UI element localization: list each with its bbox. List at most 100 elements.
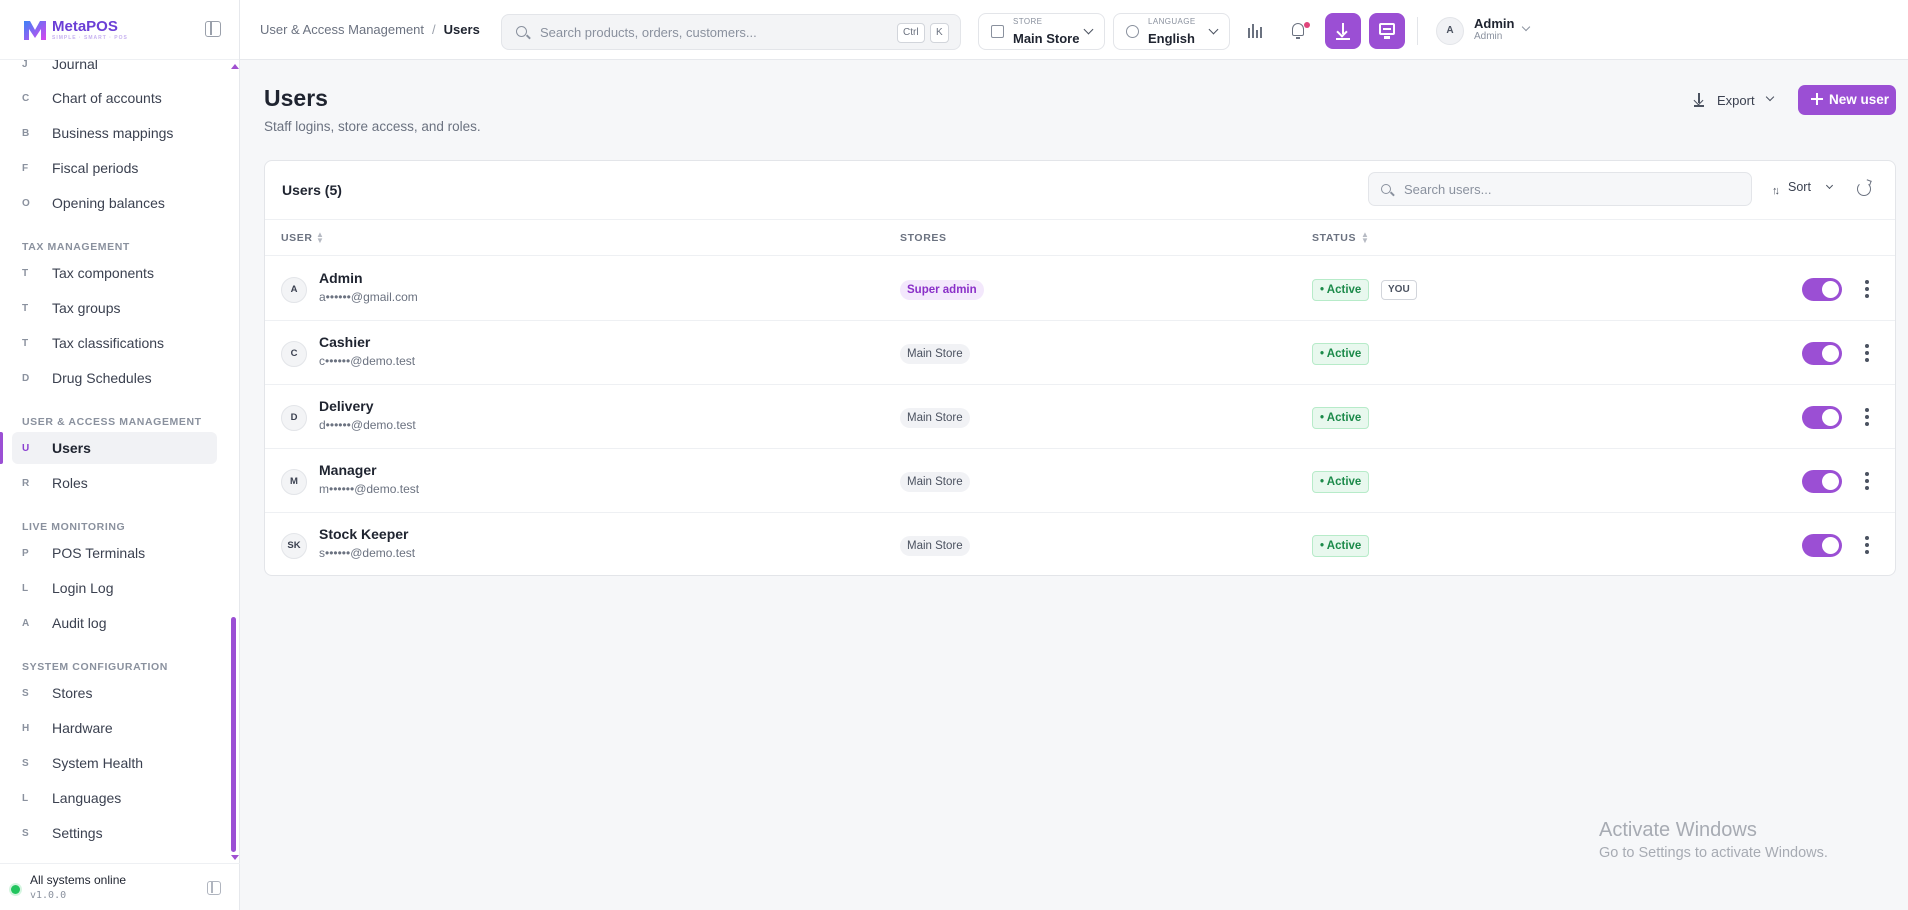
table-row[interactable]: A Admin a••••••@gmail.com Super admin • … [265, 257, 1895, 321]
table-row[interactable]: M Manager m••••••@demo.test Main Store •… [265, 449, 1895, 513]
sidebar-item-pos-terminals[interactable]: P POS Terminals [12, 537, 217, 569]
table-row[interactable]: SK Stock Keeper s••••••@demo.test Main S… [265, 513, 1895, 577]
user-enabled-toggle[interactable] [1802, 470, 1842, 493]
sidebar-item-tax-groups[interactable]: T Tax groups [12, 292, 217, 324]
collapse-sidebar-bottom-icon[interactable] [207, 881, 221, 895]
sidebar-item-tax-classifications[interactable]: T Tax classifications [12, 327, 217, 359]
section-title-tax-management: TAX MANAGEMENT [22, 241, 130, 253]
sort-indicator-icon[interactable]: ▲ ▼ [1361, 231, 1369, 245]
sidebar-item-users[interactable]: U Users [12, 432, 217, 464]
reports-button[interactable] [1236, 13, 1272, 49]
language-picker-title: LANGUAGE [1148, 17, 1196, 26]
user-enabled-toggle[interactable] [1802, 278, 1842, 301]
divider [1417, 17, 1418, 45]
user-enabled-toggle[interactable] [1802, 406, 1842, 429]
shortcut-key-k: K [930, 23, 949, 43]
breadcrumb-current: Users [443, 22, 480, 37]
sidebar-item-chart-of-accounts[interactable]: C Chart of accounts [12, 82, 217, 114]
sidebar-item-letter: O [22, 197, 30, 209]
app-version: v1.0.0 [30, 890, 67, 901]
user-avatar[interactable]: A [1436, 17, 1464, 45]
user-menu-chevron-icon[interactable] [1521, 22, 1531, 32]
topbar: User & Access Management / Users Search pr… [240, 0, 1908, 60]
download-button[interactable] [1325, 13, 1361, 49]
sidebar-item-tax-components[interactable]: T Tax components [12, 257, 217, 289]
sidebar-item-roles[interactable]: R Roles [12, 467, 217, 499]
sidebar-item-label: POS Terminals [52, 545, 146, 561]
sidebar-item-label: Hardware [52, 720, 113, 736]
sidebar-item-system-health[interactable]: S System Health [12, 747, 217, 779]
sidebar-item-opening-balances[interactable]: O Opening balances [12, 187, 217, 219]
sidebar-item-stores[interactable]: S Stores [12, 677, 217, 709]
store-chip: Main Store [900, 472, 970, 492]
brand[interactable]: MetaPOS SIMPLE · SMART · POS [0, 0, 239, 60]
scroll-up-icon[interactable] [231, 64, 239, 69]
more-options-icon[interactable] [1862, 278, 1872, 300]
store-chip: Main Store [900, 408, 970, 428]
more-options-icon[interactable] [1862, 342, 1872, 364]
user-email: d••••••@demo.test [319, 418, 416, 432]
sidebar-item-login-log[interactable]: L Login Log [12, 572, 217, 604]
sidebar-item-audit-log[interactable]: A Audit log [12, 607, 217, 639]
scroll-down-icon[interactable] [231, 855, 239, 860]
sidebar-item-label: Login Log [52, 580, 114, 596]
active-indicator [0, 432, 3, 464]
column-header-status[interactable]: STATUS [1312, 232, 1356, 244]
sidebar-item-letter: T [22, 267, 29, 279]
user-name: Manager [319, 462, 377, 478]
notifications-button[interactable] [1280, 13, 1316, 49]
sidebar-item-fiscal-periods[interactable]: F Fiscal periods [12, 152, 217, 184]
sidebar-item-label: Tax components [52, 265, 154, 281]
breadcrumb-parent[interactable]: User & Access Management [260, 22, 424, 37]
export-button[interactable]: Export [1688, 85, 1775, 115]
status-badge: • Active [1312, 279, 1370, 301]
sidebar-item-drug-schedules[interactable]: D Drug Schedules [12, 362, 217, 394]
sort-indicator-icon[interactable]: ▲ ▼ [316, 231, 324, 245]
language-picker[interactable]: LANGUAGE English [1113, 13, 1230, 50]
sidebar-item-letter: S [22, 757, 29, 769]
sort-button[interactable]: Sort [1769, 177, 1839, 201]
sidebar-item-label: System Health [52, 755, 144, 771]
plus-icon [1811, 93, 1823, 105]
section-title-system-configuration: SYSTEM CONFIGURATION [22, 661, 168, 673]
sidebar-item-letter: P [22, 547, 29, 559]
breadcrumb-separator: / [432, 22, 436, 37]
column-header-user[interactable]: USER [281, 232, 313, 244]
user-name: Cashier [319, 334, 371, 350]
new-user-button[interactable]: New user [1798, 85, 1896, 115]
user-email: a••••••@gmail.com [319, 290, 418, 304]
more-options-icon[interactable] [1862, 534, 1872, 556]
more-options-icon[interactable] [1862, 470, 1872, 492]
more-options-icon[interactable] [1862, 406, 1872, 428]
store-chip: Main Store [900, 344, 970, 364]
chevron-down-icon [1765, 92, 1775, 102]
sidebar-item-label: Audit log [52, 615, 107, 631]
user-enabled-toggle[interactable] [1802, 342, 1842, 365]
table-row[interactable]: D Delivery d••••••@demo.test Main Store … [265, 385, 1895, 449]
sidebar-item-letter: S [22, 827, 29, 839]
bell-icon [1292, 23, 1304, 39]
users-search-input[interactable]: Search users... [1368, 172, 1752, 206]
user-name: Admin [319, 270, 363, 286]
pos-terminal-button[interactable] [1369, 13, 1405, 49]
sidebar-scrollbar[interactable] [231, 617, 236, 852]
refresh-icon[interactable] [1857, 182, 1871, 196]
notification-dot [1304, 22, 1310, 28]
status-badge: • Active [1312, 407, 1370, 429]
sidebar-item-letter: J [22, 60, 28, 70]
user-name[interactable]: Admin [1474, 16, 1514, 31]
table-row[interactable]: C Cashier c••••••@demo.test Main Store •… [265, 321, 1895, 385]
sidebar-item-settings[interactable]: S Settings [12, 817, 217, 849]
collapse-sidebar-icon[interactable] [205, 21, 221, 37]
global-search-input[interactable]: Search products, orders, customers... Ct… [501, 14, 961, 50]
sidebar-item-journal[interactable]: J Journal [12, 60, 217, 80]
sidebar-item-business-mappings[interactable]: B Business mappings [12, 117, 217, 149]
sidebar-item-hardware[interactable]: H Hardware [12, 712, 217, 744]
sidebar-item-label: Opening balances [52, 195, 165, 211]
sidebar-item-label: Users [52, 440, 91, 456]
sidebar-item-letter: T [22, 337, 29, 349]
store-picker[interactable]: STORE Main Store [978, 13, 1105, 50]
status-badge: • Active [1312, 343, 1370, 365]
sidebar-item-languages[interactable]: L Languages [12, 782, 217, 814]
user-enabled-toggle[interactable] [1802, 534, 1842, 557]
